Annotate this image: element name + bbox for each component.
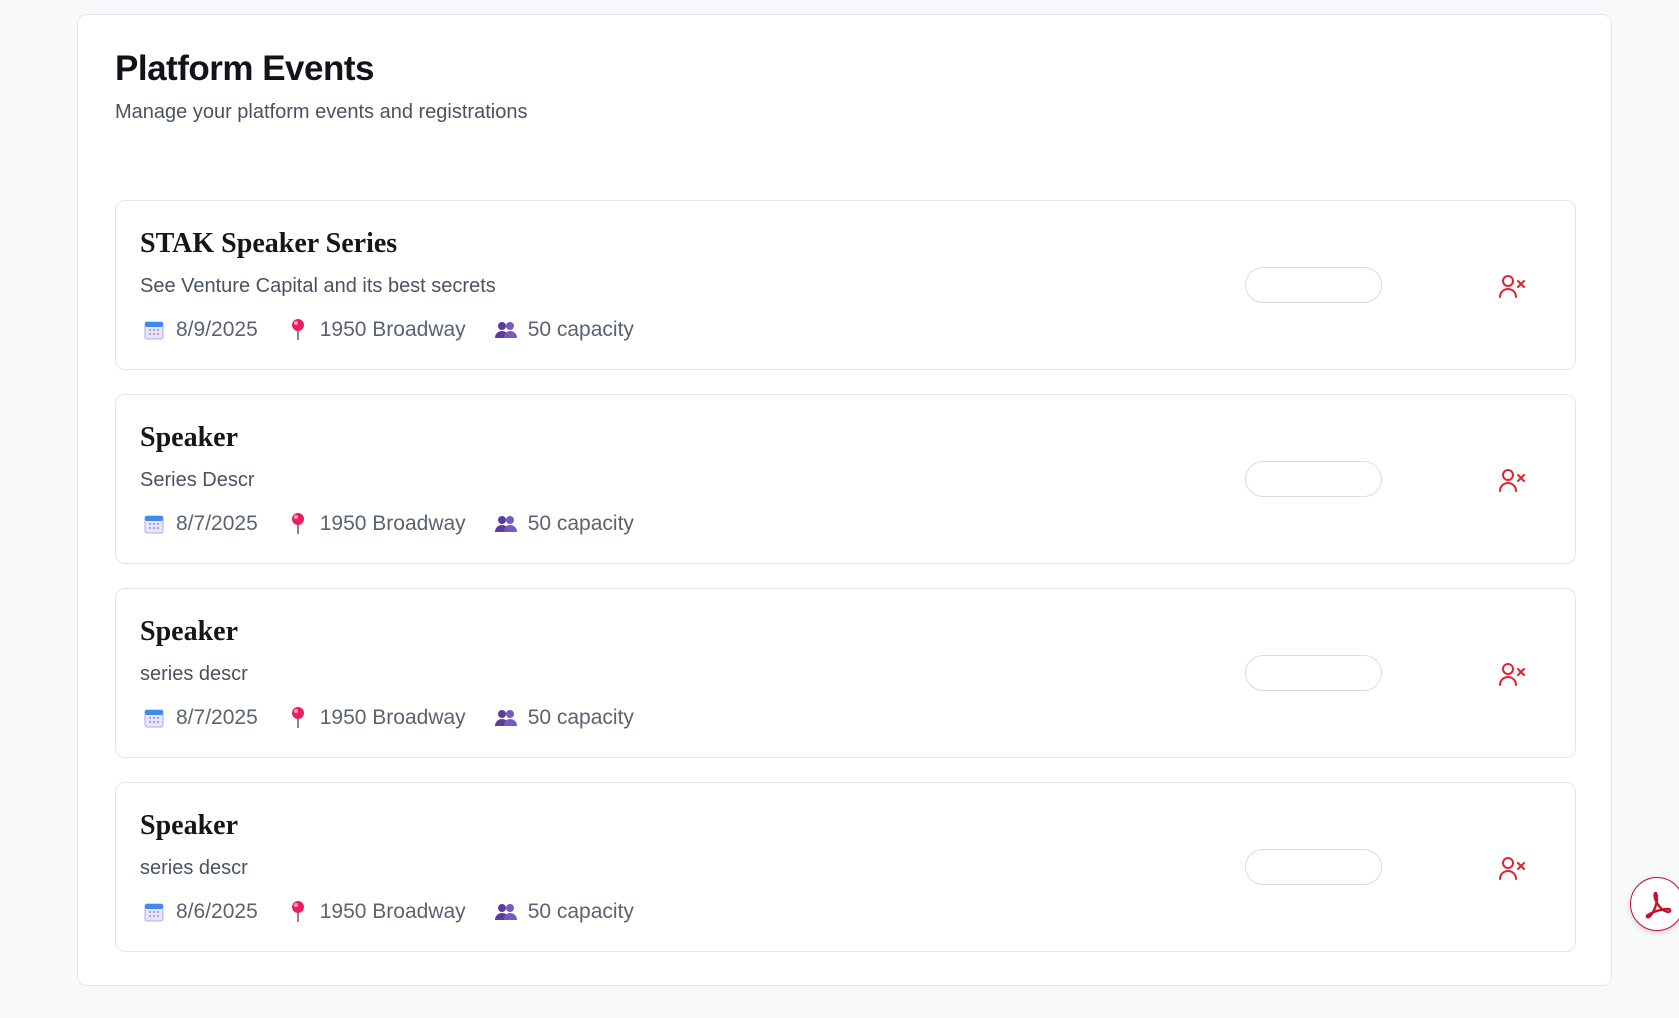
event-description: See Venture Capital and its best secrets [140, 275, 496, 297]
event-card[interactable]: Speaker series descr 8/7/2025 1950 Broad… [115, 588, 1576, 758]
event-location-text: 1950 Broadway [319, 512, 466, 535]
event-meta: 8/6/2025 1950 Broadway 50 capacity [140, 899, 660, 925]
calendar-icon [140, 317, 168, 343]
event-card[interactable]: Speaker Series Descr 8/7/2025 1950 Broad… [115, 394, 1576, 564]
remove-registration-button[interactable] [1497, 271, 1527, 301]
status-toggle[interactable] [1245, 267, 1382, 303]
people-icon [492, 511, 520, 537]
event-date-text: 8/7/2025 [176, 512, 258, 535]
event-description: Series Descr [140, 469, 255, 491]
event-description: series descr [140, 857, 248, 879]
event-title: Speaker [140, 616, 238, 647]
event-title: STAK Speaker Series [140, 228, 398, 259]
event-capacity: 50 capacity [492, 899, 634, 925]
event-capacity-text: 50 capacity [527, 512, 634, 535]
event-capacity-text: 50 capacity [527, 706, 634, 729]
calendar-icon [140, 705, 168, 731]
page-subtitle: Manage your platform events and registra… [115, 101, 528, 123]
event-location-text: 1950 Broadway [319, 318, 466, 341]
remove-registration-button[interactable] [1497, 465, 1527, 495]
event-meta: 8/9/2025 1950 Broadway 50 capacity [140, 317, 660, 343]
event-location: 1950 Broadway [284, 317, 466, 343]
calendar-icon [140, 511, 168, 537]
user-remove-icon [1499, 469, 1525, 492]
people-icon [492, 899, 520, 925]
user-remove-icon [1499, 663, 1525, 686]
event-location: 1950 Broadway [284, 511, 466, 537]
event-title: Speaker [140, 810, 238, 841]
event-capacity: 50 capacity [492, 511, 634, 537]
event-location-text: 1950 Broadway [319, 900, 466, 923]
event-capacity-text: 50 capacity [527, 900, 634, 923]
event-capacity-text: 50 capacity [527, 318, 634, 341]
event-meta: 8/7/2025 1950 Broadway 50 capacity [140, 511, 660, 537]
page-title: Platform Events [115, 49, 374, 88]
remove-registration-button[interactable] [1497, 659, 1527, 689]
event-card[interactable]: STAK Speaker Series See Venture Capital … [115, 200, 1576, 370]
event-title: Speaker [140, 422, 238, 453]
people-icon [492, 705, 520, 731]
user-remove-icon [1499, 275, 1525, 298]
event-meta: 8/7/2025 1950 Broadway 50 capacity [140, 705, 660, 731]
pin-icon [284, 705, 312, 731]
remove-registration-button[interactable] [1497, 853, 1527, 883]
people-icon [492, 317, 520, 343]
event-capacity: 50 capacity [492, 317, 634, 343]
pin-icon [284, 317, 312, 343]
pin-icon [284, 511, 312, 537]
calendar-icon [140, 899, 168, 925]
event-date-text: 8/9/2025 [176, 318, 258, 341]
pdf-button[interactable] [1630, 877, 1679, 931]
event-card[interactable]: Speaker series descr 8/6/2025 1950 Broad… [115, 782, 1576, 952]
status-toggle[interactable] [1245, 849, 1382, 885]
event-date: 8/7/2025 [140, 511, 258, 537]
events-panel: Platform Events Manage your platform eve… [77, 14, 1612, 986]
event-date-text: 8/7/2025 [176, 706, 258, 729]
event-date: 8/9/2025 [140, 317, 258, 343]
pin-icon [284, 899, 312, 925]
user-remove-icon [1499, 857, 1525, 880]
status-toggle[interactable] [1245, 461, 1382, 497]
event-date: 8/6/2025 [140, 899, 258, 925]
event-date: 8/7/2025 [140, 705, 258, 731]
event-capacity: 50 capacity [492, 705, 634, 731]
event-description: series descr [140, 663, 248, 685]
event-location: 1950 Broadway [284, 705, 466, 731]
event-date-text: 8/6/2025 [176, 900, 258, 923]
event-location: 1950 Broadway [284, 899, 466, 925]
event-location-text: 1950 Broadway [319, 706, 466, 729]
pdf-icon [1645, 891, 1672, 919]
status-toggle[interactable] [1245, 655, 1382, 691]
